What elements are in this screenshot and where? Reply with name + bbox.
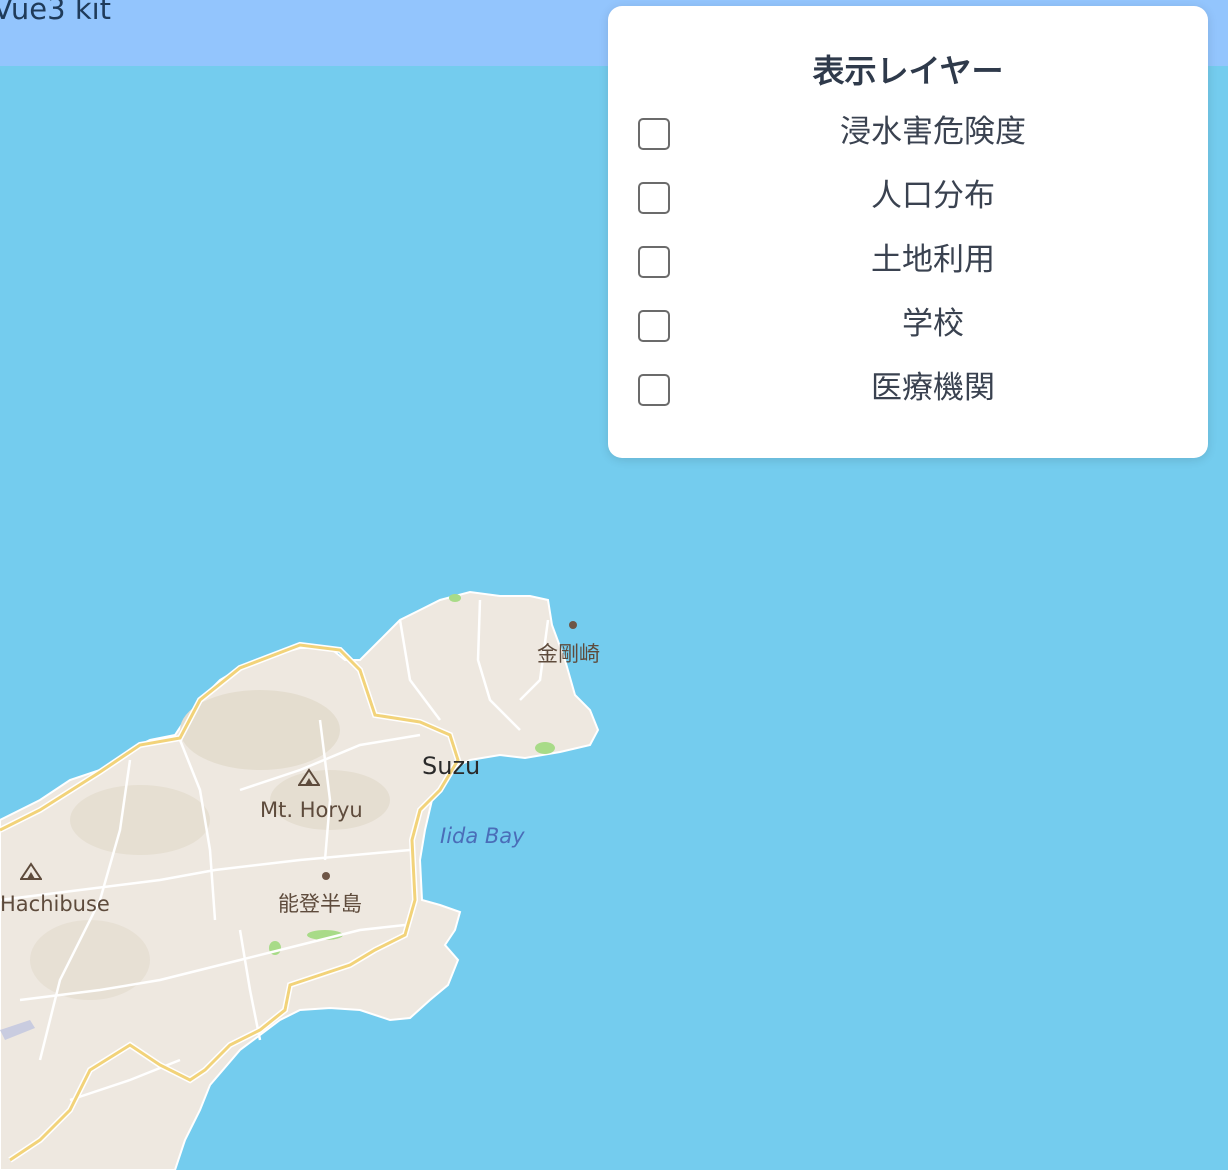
park-area [535,742,555,754]
layer-row-land-use[interactable]: 土地利用 [638,240,1178,284]
layer-checkbox[interactable] [638,182,670,214]
map-label-noto-hanto: 能登半島 [278,892,362,916]
layer-label: 土地利用 [871,242,995,278]
terrain-shade [30,920,150,1000]
terrain-shade [180,690,340,770]
layer-row-population[interactable]: 人口分布 [638,176,1178,220]
layer-row-schools[interactable]: 学校 [638,304,1178,348]
layer-panel: 表示レイヤー 浸水害危険度 人口分布 土地利用 学校 医療機関 [608,6,1208,458]
layer-label: 人口分布 [871,178,995,214]
layer-label: 医療機関 [871,370,995,406]
layer-label: 学校 [902,306,964,342]
terrain-shade [70,785,210,855]
place-marker-kongozaki [569,621,577,629]
layer-row-medical[interactable]: 医療機関 [638,368,1178,412]
layer-checkbox[interactable] [638,310,670,342]
map-label-suzu: Suzu [422,752,481,780]
layer-checkbox[interactable] [638,246,670,278]
layer-checkbox[interactable] [638,118,670,150]
app-title: e Vue3 kit [0,0,112,26]
map-label-hachibuse: Hachibuse [0,892,110,916]
park-area [449,594,461,602]
mountain-icon [298,768,320,786]
mountain-icon [20,862,42,880]
land-area [0,590,600,1170]
map-label-mt-horyu: Mt. Horyu [260,798,363,822]
place-marker-noto-hanto [322,872,330,880]
map-label-iida-bay: Iida Bay [440,824,525,848]
map-label-kongozaki: 金剛崎 [537,642,600,666]
layer-checkbox[interactable] [638,374,670,406]
layer-panel-title: 表示レイヤー [812,52,1004,90]
layer-label: 浸水害危険度 [840,114,1026,150]
layer-row-flood-risk[interactable]: 浸水害危険度 [638,112,1178,156]
